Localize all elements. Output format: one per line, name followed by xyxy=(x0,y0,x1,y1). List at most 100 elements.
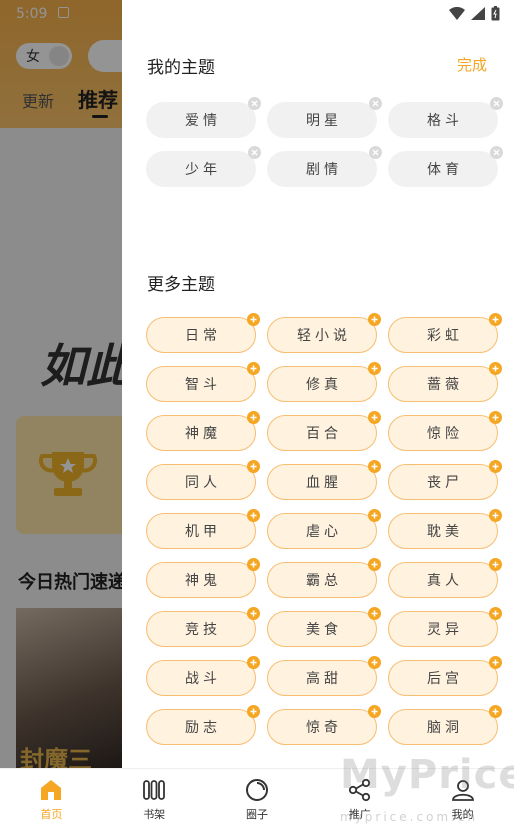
more-topic-chip[interactable]: 灵异 xyxy=(388,607,502,647)
topic-label: 后宫 xyxy=(427,671,463,687)
remove-icon[interactable] xyxy=(490,97,503,110)
add-icon[interactable] xyxy=(489,509,502,522)
topic-label: 惊险 xyxy=(427,426,463,442)
more-topic-chip[interactable]: 智斗 xyxy=(146,362,260,402)
more-topic-chip[interactable]: 日常 xyxy=(146,313,260,353)
topic-label: 机甲 xyxy=(185,524,221,540)
add-icon[interactable] xyxy=(368,656,381,669)
remove-icon[interactable] xyxy=(490,146,503,159)
topic-label: 霸总 xyxy=(306,573,342,589)
more-topic-chip[interactable]: 脑洞 xyxy=(388,705,502,745)
topic-label: 血腥 xyxy=(306,475,342,491)
topic-label: 真人 xyxy=(427,573,463,589)
more-topic-chip[interactable]: 蔷薇 xyxy=(388,362,502,402)
add-icon[interactable] xyxy=(368,607,381,620)
more-topic-chip[interactable]: 惊奇 xyxy=(267,705,381,745)
my-topics-title: 我的主题 xyxy=(147,58,215,78)
more-topic-chip[interactable]: 耽美 xyxy=(388,509,502,549)
nav-home[interactable]: 首页 xyxy=(0,769,103,826)
topic-label: 虐心 xyxy=(306,524,342,540)
topic-label: 日常 xyxy=(185,328,221,344)
nav-home-label: 首页 xyxy=(40,808,63,821)
my-topic-chip[interactable]: 格斗 xyxy=(388,97,503,138)
more-topic-chip[interactable]: 神鬼 xyxy=(146,558,260,598)
add-icon[interactable] xyxy=(489,656,502,669)
remove-icon[interactable] xyxy=(369,97,382,110)
more-topic-chip[interactable]: 同人 xyxy=(146,460,260,500)
nav-bookshelf[interactable]: 书架 xyxy=(103,769,206,826)
add-icon[interactable] xyxy=(247,705,260,718)
nav-circle[interactable]: 圈子 xyxy=(206,769,309,826)
add-icon[interactable] xyxy=(247,656,260,669)
more-topic-chip[interactable]: 竞技 xyxy=(146,607,260,647)
my-topic-chip[interactable]: 爱情 xyxy=(146,97,261,138)
more-topic-chip[interactable]: 丧尸 xyxy=(388,460,502,500)
add-icon[interactable] xyxy=(489,607,502,620)
topic-label: 少年 xyxy=(185,162,221,178)
my-topic-chip[interactable]: 明星 xyxy=(267,97,382,138)
more-topic-chip[interactable]: 血腥 xyxy=(267,460,381,500)
add-icon[interactable] xyxy=(489,705,502,718)
topic-label: 智斗 xyxy=(185,377,221,393)
circle-icon xyxy=(245,779,268,801)
add-icon[interactable] xyxy=(247,460,260,473)
add-icon[interactable] xyxy=(368,558,381,571)
remove-icon[interactable] xyxy=(248,146,261,159)
done-button[interactable]: 完成 xyxy=(457,54,487,75)
add-icon[interactable] xyxy=(489,362,502,375)
remove-icon[interactable] xyxy=(369,146,382,159)
add-icon[interactable] xyxy=(489,411,502,424)
topic-label: 修真 xyxy=(306,377,342,393)
add-icon[interactable] xyxy=(368,705,381,718)
add-icon[interactable] xyxy=(368,411,381,424)
topic-label: 爱情 xyxy=(185,113,221,129)
topic-label: 神鬼 xyxy=(185,573,221,589)
more-topic-chip[interactable]: 高甜 xyxy=(267,656,381,696)
watermark-sub: myprice.com.cn xyxy=(340,810,479,824)
more-topic-chip[interactable]: 真人 xyxy=(388,558,502,598)
add-icon[interactable] xyxy=(247,607,260,620)
more-topics-grid: 日常 轻小说 彩虹智斗 修真 蔷薇神魔 百合 惊险同人 血腥 丧尸机甲 虐心 耽美神鬼 霸总 真人竞技 美… xyxy=(146,313,502,745)
add-icon[interactable] xyxy=(368,313,381,326)
my-topic-chip[interactable]: 剧情 xyxy=(267,146,382,187)
more-topic-chip[interactable]: 霸总 xyxy=(267,558,381,598)
topic-drawer: 我的主题 完成 爱情 明星 格斗少年 剧情 体育 更多主题 日常 轻小说 彩虹智斗 修真 蔷薇神… xyxy=(122,0,514,768)
more-topics-title: 更多主题 xyxy=(147,275,215,295)
my-topic-chip[interactable]: 体育 xyxy=(388,146,503,187)
my-topics-grid: 爱情 明星 格斗少年 剧情 体育 xyxy=(146,97,503,187)
add-icon[interactable] xyxy=(368,362,381,375)
topic-label: 惊奇 xyxy=(306,720,342,736)
more-topic-chip[interactable]: 励志 xyxy=(146,705,260,745)
topic-label: 明星 xyxy=(306,113,342,129)
topic-label: 耽美 xyxy=(427,524,463,540)
topic-label: 格斗 xyxy=(427,113,463,129)
add-icon[interactable] xyxy=(247,411,260,424)
more-topic-chip[interactable]: 轻小说 xyxy=(267,313,381,353)
add-icon[interactable] xyxy=(247,558,260,571)
add-icon[interactable] xyxy=(247,509,260,522)
more-topic-chip[interactable]: 机甲 xyxy=(146,509,260,549)
add-icon[interactable] xyxy=(368,460,381,473)
add-icon[interactable] xyxy=(368,509,381,522)
add-icon[interactable] xyxy=(489,313,502,326)
topic-label: 脑洞 xyxy=(427,720,463,736)
more-topic-chip[interactable]: 修真 xyxy=(267,362,381,402)
more-topic-chip[interactable]: 惊险 xyxy=(388,411,502,451)
more-topic-chip[interactable]: 虐心 xyxy=(267,509,381,549)
more-topic-chip[interactable]: 美食 xyxy=(267,607,381,647)
more-topic-chip[interactable]: 神魔 xyxy=(146,411,260,451)
more-topic-chip[interactable]: 百合 xyxy=(267,411,381,451)
topic-label: 高甜 xyxy=(306,671,342,687)
remove-icon[interactable] xyxy=(248,97,261,110)
add-icon[interactable] xyxy=(247,313,260,326)
add-icon[interactable] xyxy=(247,362,260,375)
more-topic-chip[interactable]: 战斗 xyxy=(146,656,260,696)
signal-icon xyxy=(471,7,485,20)
nav-circle-label: 圈子 xyxy=(245,808,268,821)
add-icon[interactable] xyxy=(489,460,502,473)
more-topic-chip[interactable]: 彩虹 xyxy=(388,313,502,353)
add-icon[interactable] xyxy=(489,558,502,571)
watermark: MyPrice xyxy=(340,752,514,798)
my-topic-chip[interactable]: 少年 xyxy=(146,146,261,187)
more-topic-chip[interactable]: 后宫 xyxy=(388,656,502,696)
